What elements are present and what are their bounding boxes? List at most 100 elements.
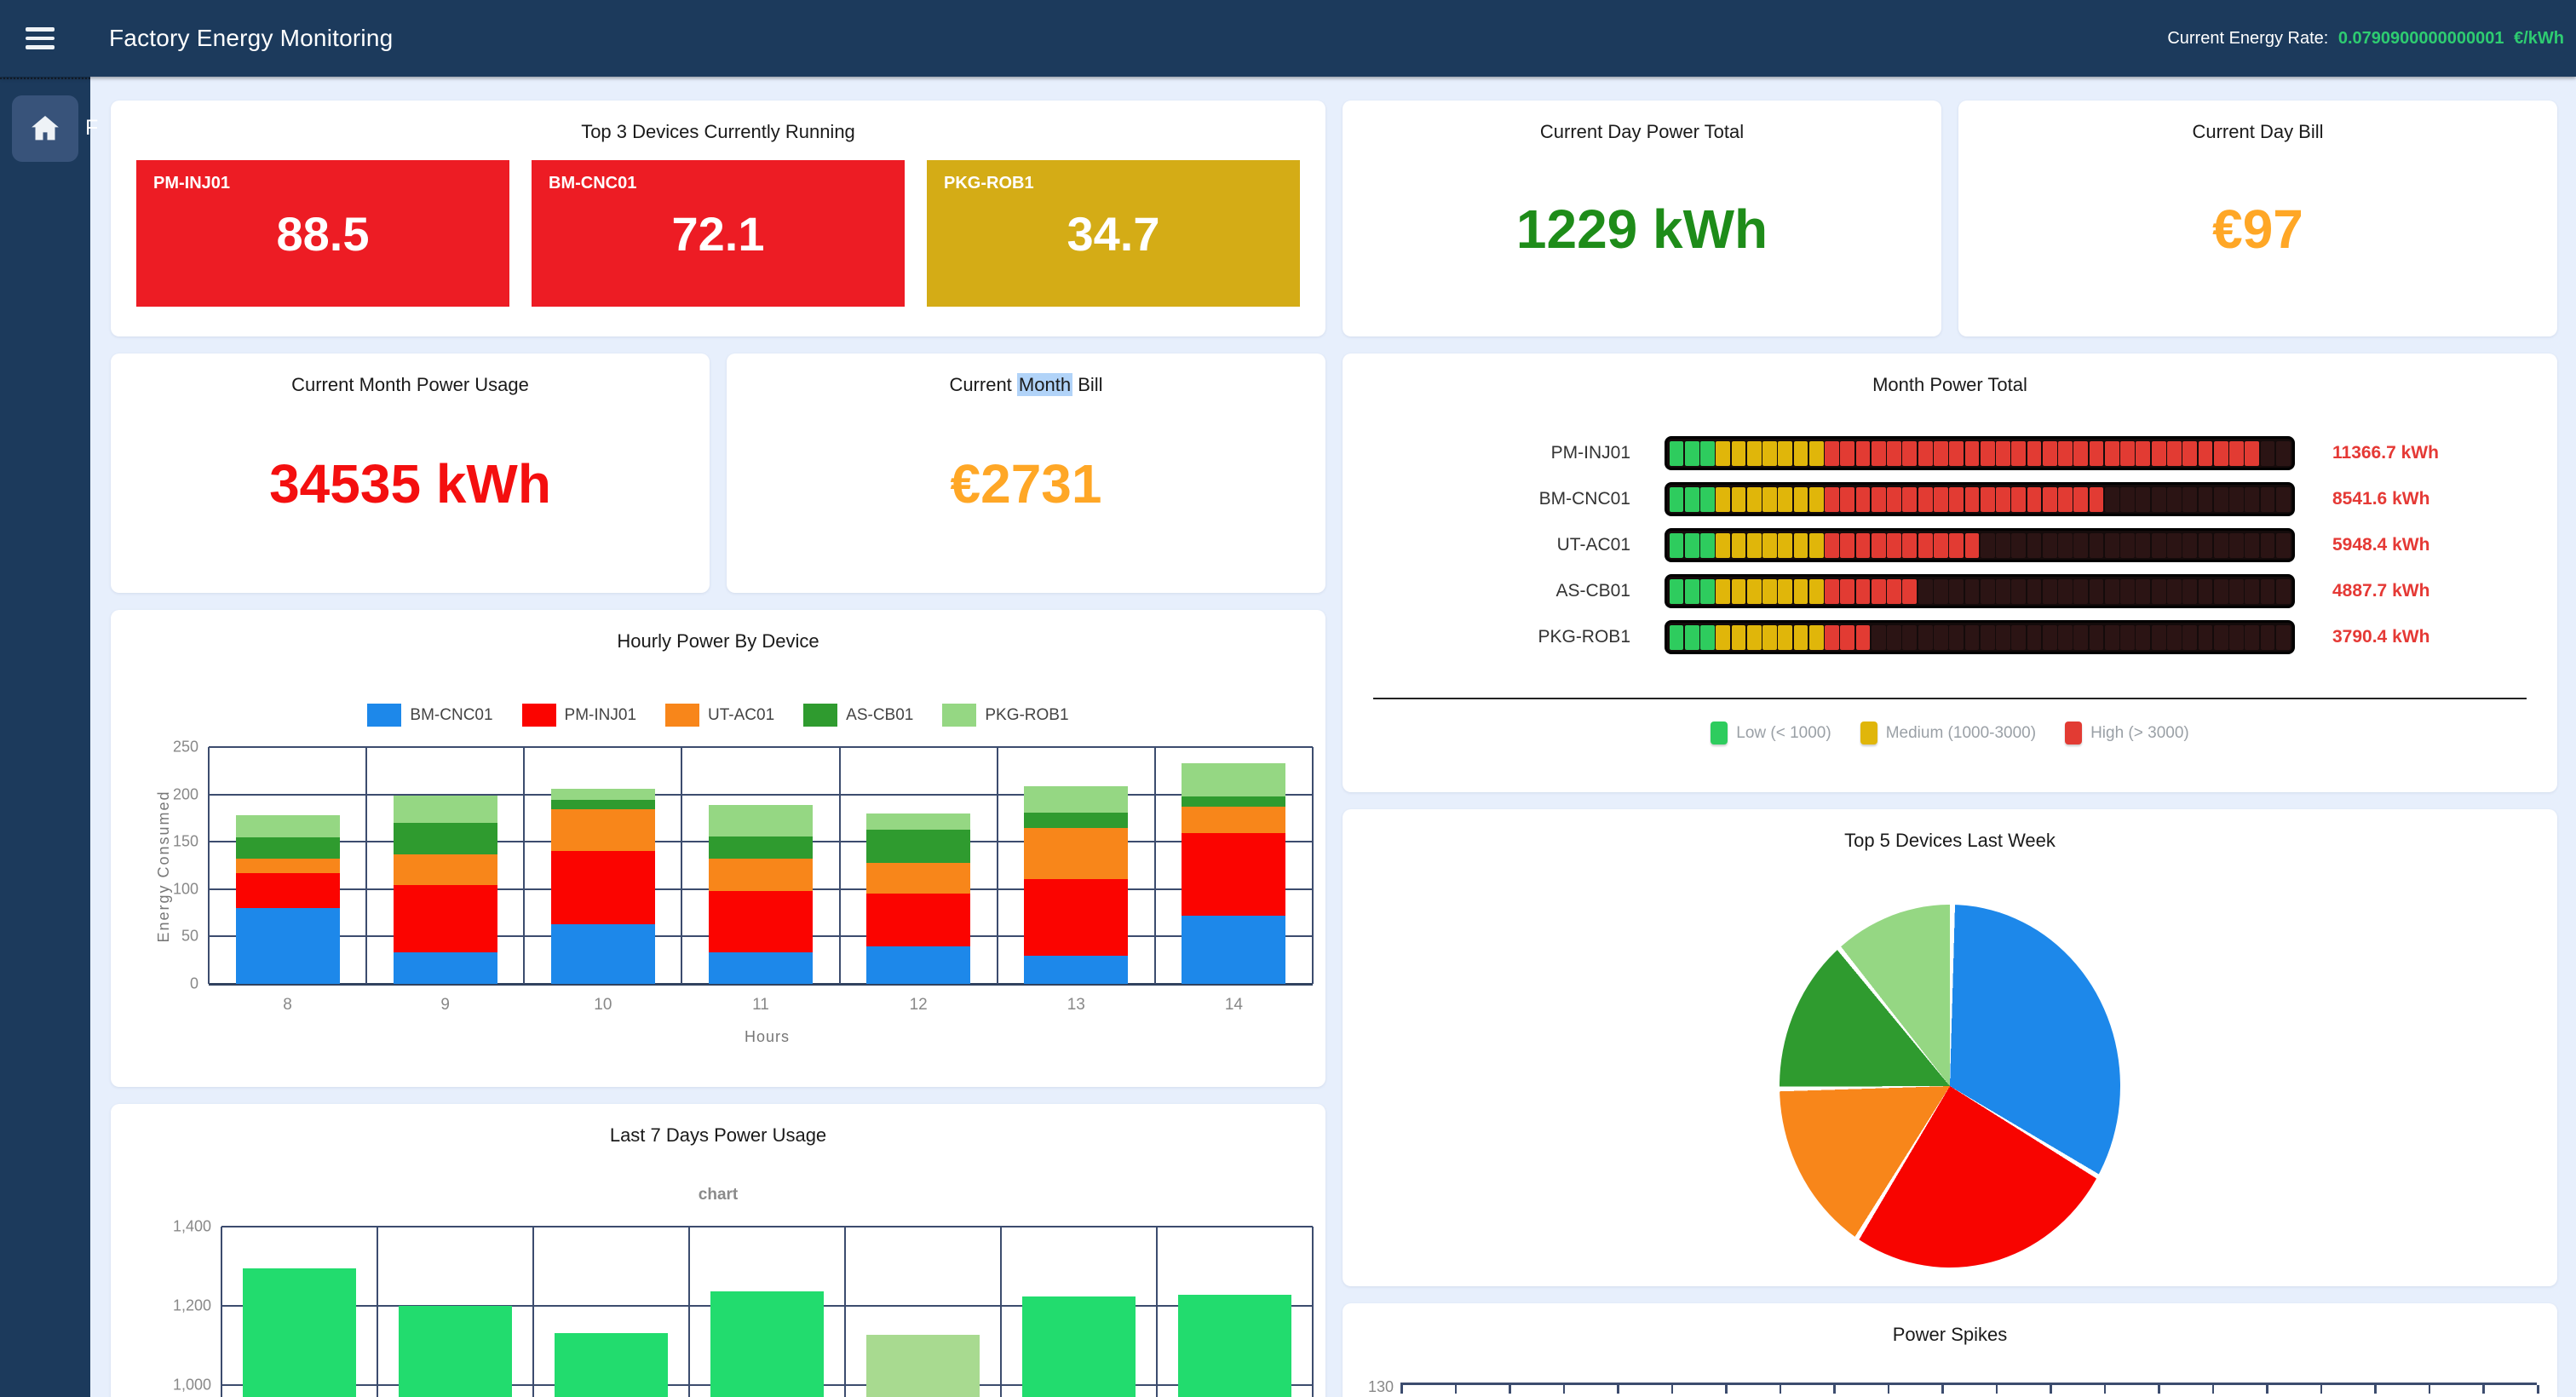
led-cell bbox=[1809, 625, 1824, 650]
led-cell bbox=[2120, 441, 2135, 466]
led-cell bbox=[1670, 487, 1684, 512]
led-cell bbox=[1700, 441, 1715, 466]
led-cell bbox=[1902, 579, 1917, 604]
led-cell bbox=[2276, 625, 2291, 650]
gridline bbox=[1312, 1227, 1314, 1397]
axis-tick bbox=[1780, 1385, 1782, 1394]
led-cell bbox=[2043, 625, 2057, 650]
led-cell bbox=[2182, 533, 2197, 558]
bar-segment-UT-AC01 bbox=[551, 809, 655, 851]
gridline bbox=[209, 794, 1313, 796]
led-cell bbox=[1872, 625, 1886, 650]
chart-title: Power Spikes bbox=[1343, 1303, 2557, 1346]
dashboard: Top 3 Devices Currently Running PM-INJ01… bbox=[90, 77, 2576, 1397]
card-title: Current Day Power Total bbox=[1343, 101, 1941, 143]
led-cell bbox=[2229, 441, 2244, 466]
led-cell bbox=[2058, 487, 2073, 512]
bar-segment-UT-AC01 bbox=[236, 859, 340, 873]
day-bar bbox=[710, 1291, 824, 1397]
month-power-legend: Low (< 1000)Medium (1000-3000)High (> 30… bbox=[1343, 721, 2557, 744]
bar-segment-BM-CNC01 bbox=[866, 946, 970, 984]
led-cell bbox=[2136, 441, 2150, 466]
bar-segment-UT-AC01 bbox=[709, 859, 813, 891]
axis-tick bbox=[2266, 1385, 2268, 1394]
x-tick-label: 12 bbox=[840, 996, 998, 1015]
led-cell bbox=[2152, 579, 2166, 604]
led-cell bbox=[2027, 625, 2042, 650]
led-cell bbox=[2073, 487, 2088, 512]
led-cell bbox=[1700, 579, 1715, 604]
gridline bbox=[1312, 747, 1314, 984]
led-cell bbox=[1965, 533, 1980, 558]
bar-segment-UT-AC01 bbox=[394, 854, 497, 886]
menu-icon[interactable] bbox=[26, 27, 55, 49]
y-tick-label: 150 bbox=[173, 833, 209, 851]
bar-segment-PM-INJ01 bbox=[394, 885, 497, 952]
led-cell bbox=[1685, 625, 1699, 650]
bar-segment-UT-AC01 bbox=[866, 863, 970, 894]
led-cell bbox=[1965, 579, 1980, 604]
bar-segment-PM-INJ01 bbox=[236, 873, 340, 908]
led-cell bbox=[1809, 533, 1824, 558]
led-cell bbox=[2199, 533, 2213, 558]
led-cell bbox=[1996, 487, 2010, 512]
led-cell bbox=[2027, 579, 2042, 604]
sidebar: F bbox=[0, 77, 90, 1397]
device-total-value: 3790.4 kWh bbox=[2332, 627, 2429, 647]
led-cell bbox=[1716, 441, 1730, 466]
led-cell bbox=[1732, 441, 1746, 466]
gridline bbox=[1156, 1227, 1158, 1397]
led-bar-row: UT-AC015948.4 kWh bbox=[1343, 522, 2557, 568]
led-cell bbox=[2120, 625, 2135, 650]
device-value: 34.7 bbox=[927, 206, 1300, 262]
gridline bbox=[839, 747, 841, 984]
led-cell bbox=[2229, 487, 2244, 512]
axis-tick bbox=[2212, 1385, 2215, 1394]
led-cell bbox=[2245, 533, 2259, 558]
gridline bbox=[209, 746, 1313, 748]
gridline bbox=[688, 1227, 690, 1397]
x-tick-label: 11 bbox=[681, 996, 839, 1015]
day-kpi-cards: Current Day Power Total 1229 kWh Current… bbox=[1343, 101, 2557, 336]
bar-segment-AS-CB01 bbox=[709, 836, 813, 859]
axis-tick bbox=[1941, 1385, 1944, 1394]
led-cell bbox=[1902, 533, 1917, 558]
led-cell bbox=[1778, 487, 1792, 512]
led-cell bbox=[2136, 625, 2150, 650]
led-cell bbox=[1856, 625, 1871, 650]
legend-swatch bbox=[803, 704, 837, 727]
device-total-value: 4887.7 kWh bbox=[2332, 581, 2429, 601]
led-cell bbox=[1949, 579, 1964, 604]
led-cell bbox=[1685, 579, 1699, 604]
led-cell bbox=[1825, 487, 1839, 512]
bar-segment-PM-INJ01 bbox=[709, 891, 813, 952]
energy-rate-label: Current Energy Rate: bbox=[2167, 29, 2328, 48]
led-cell bbox=[1685, 533, 1699, 558]
axis-tick bbox=[1725, 1385, 1728, 1394]
led-cell bbox=[1809, 487, 1824, 512]
led-cell bbox=[1840, 441, 1854, 466]
led-cell bbox=[2090, 625, 2104, 650]
legend-label: UT-AC01 bbox=[708, 706, 774, 725]
led-cell bbox=[1732, 487, 1746, 512]
energy-rate: Current Energy Rate: 0.0790900000000001 … bbox=[2167, 29, 2564, 49]
gridline bbox=[844, 1227, 846, 1397]
gridline bbox=[208, 747, 210, 984]
day-bill-value: €97 bbox=[2212, 198, 2303, 261]
led-cell bbox=[1934, 487, 1948, 512]
led-cell bbox=[2152, 533, 2166, 558]
led-cell bbox=[1981, 487, 1995, 512]
led-cell bbox=[2245, 487, 2259, 512]
home-button[interactable] bbox=[12, 95, 78, 162]
led-cell bbox=[1700, 533, 1715, 558]
gridline bbox=[221, 1226, 1313, 1227]
led-cell bbox=[2152, 441, 2166, 466]
led-cell bbox=[1794, 579, 1808, 604]
axis-line bbox=[1400, 1383, 2537, 1393]
led-cell bbox=[1825, 441, 1839, 466]
led-cell bbox=[1732, 625, 1746, 650]
led-cell bbox=[2105, 625, 2119, 650]
bar-segment-PKG-ROB1 bbox=[1182, 763, 1285, 796]
card-day-bill: Current Day Bill €97 bbox=[1958, 101, 2557, 336]
led-cell bbox=[1762, 441, 1777, 466]
